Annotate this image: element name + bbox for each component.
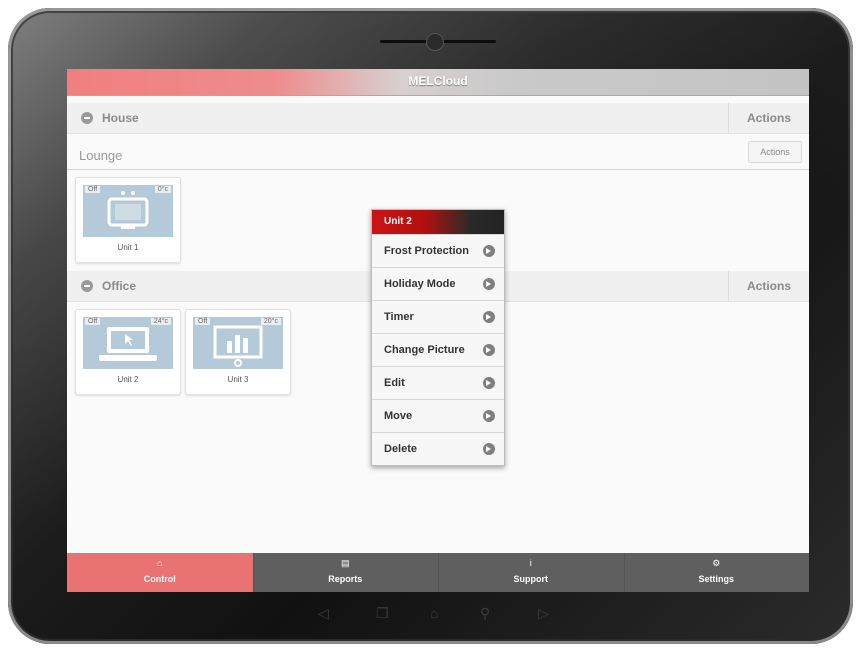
tab-label: Settings: [698, 574, 734, 584]
tab-bar: ⌂ Control ▤ Reports i Support ⚙ Settings: [67, 553, 809, 592]
room-divider: [67, 169, 809, 170]
menu-item-label: Frost Protection: [384, 245, 469, 257]
menu-item-delete[interactable]: Delete: [372, 432, 504, 465]
tab-label: Control: [143, 574, 176, 584]
unit-card[interactable]: Off 20°c Unit 3: [185, 309, 291, 395]
menu-item-frost-protection[interactable]: Frost Protection: [372, 234, 504, 267]
tab-support[interactable]: i Support: [438, 553, 625, 592]
menu-item-label: Holiday Mode: [384, 278, 456, 290]
unit-status: Off: [85, 318, 101, 325]
tab-settings[interactable]: ⚙ Settings: [624, 553, 810, 592]
chevron-right-icon: [483, 311, 495, 323]
group-bar-house: House Actions: [67, 103, 809, 134]
unit-name: Unit 1: [117, 243, 139, 252]
room-name: Lounge: [79, 148, 123, 163]
back-icon[interactable]: ◁: [318, 605, 329, 625]
search-icon[interactable]: ⚲: [480, 605, 490, 625]
tab-label: Reports: [328, 574, 363, 584]
unit-image: Off 0°c: [83, 185, 173, 237]
unit-card[interactable]: Off 0°c Unit 1: [75, 177, 181, 263]
chevron-right-icon: [483, 245, 495, 257]
tab-control[interactable]: ⌂ Control: [67, 553, 254, 592]
menu-item-label: Change Picture: [384, 344, 465, 356]
menu-item-label: Edit: [384, 377, 405, 389]
room-actions-button[interactable]: Actions: [748, 141, 802, 163]
menu-item-label: Move: [384, 410, 413, 422]
menu-item-change-picture[interactable]: Change Picture: [372, 333, 504, 366]
app-title: MELCloud: [408, 74, 468, 88]
unit-temp: 0°c: [154, 186, 171, 193]
group-actions-button[interactable]: Actions: [728, 271, 809, 301]
menu-item-label: Delete: [384, 443, 418, 455]
chevron-right-icon: [483, 443, 495, 455]
menu-item-label: Timer: [384, 311, 414, 323]
tab-reports[interactable]: ▤ Reports: [253, 553, 439, 592]
menu-title: Unit 2: [384, 216, 412, 227]
group-name: Office: [102, 279, 137, 293]
unit-status: Off: [195, 318, 211, 325]
tab-label: Support: [513, 574, 549, 584]
group-actions-button[interactable]: Actions: [728, 103, 809, 133]
title-bar: MELCloud: [67, 69, 809, 96]
home-nav-icon[interactable]: ⌂: [430, 605, 438, 625]
menu-item-holiday-mode[interactable]: Holiday Mode: [372, 267, 504, 300]
menu-item-edit[interactable]: Edit: [372, 366, 504, 399]
menu-item-move[interactable]: Move: [372, 399, 504, 432]
unit-image: Off 20°c: [193, 317, 283, 369]
forward-icon[interactable]: ▷: [538, 605, 549, 625]
group-name: House: [102, 111, 139, 125]
menu-header: Unit 2: [372, 210, 504, 234]
unit-image: Off 24°c: [83, 317, 173, 369]
chevron-right-icon: [483, 410, 495, 422]
collapse-icon[interactable]: [81, 280, 93, 292]
recent-apps-icon[interactable]: ❐: [376, 605, 389, 625]
unit-name: Unit 3: [227, 375, 249, 384]
chevron-right-icon: [483, 377, 495, 389]
unit-temp: 24°c: [150, 318, 171, 325]
unit-temp: 20°c: [260, 318, 281, 325]
chevron-right-icon: [483, 278, 495, 290]
unit-status: Off: [85, 186, 101, 193]
gear-icon: ⚙: [712, 558, 721, 568]
unit-context-menu: Unit 2 Frost Protection Holiday Mode Tim…: [371, 209, 505, 466]
home-icon: ⌂: [157, 558, 163, 568]
list-icon: ▤: [340, 558, 350, 568]
camera-icon: [426, 33, 444, 51]
menu-item-timer[interactable]: Timer: [372, 300, 504, 333]
chevron-right-icon: [483, 344, 495, 356]
unit-name: Unit 2: [117, 375, 139, 384]
collapse-icon[interactable]: [81, 112, 93, 124]
info-icon: i: [529, 558, 532, 568]
unit-card[interactable]: Off 24°c Unit 2: [75, 309, 181, 395]
